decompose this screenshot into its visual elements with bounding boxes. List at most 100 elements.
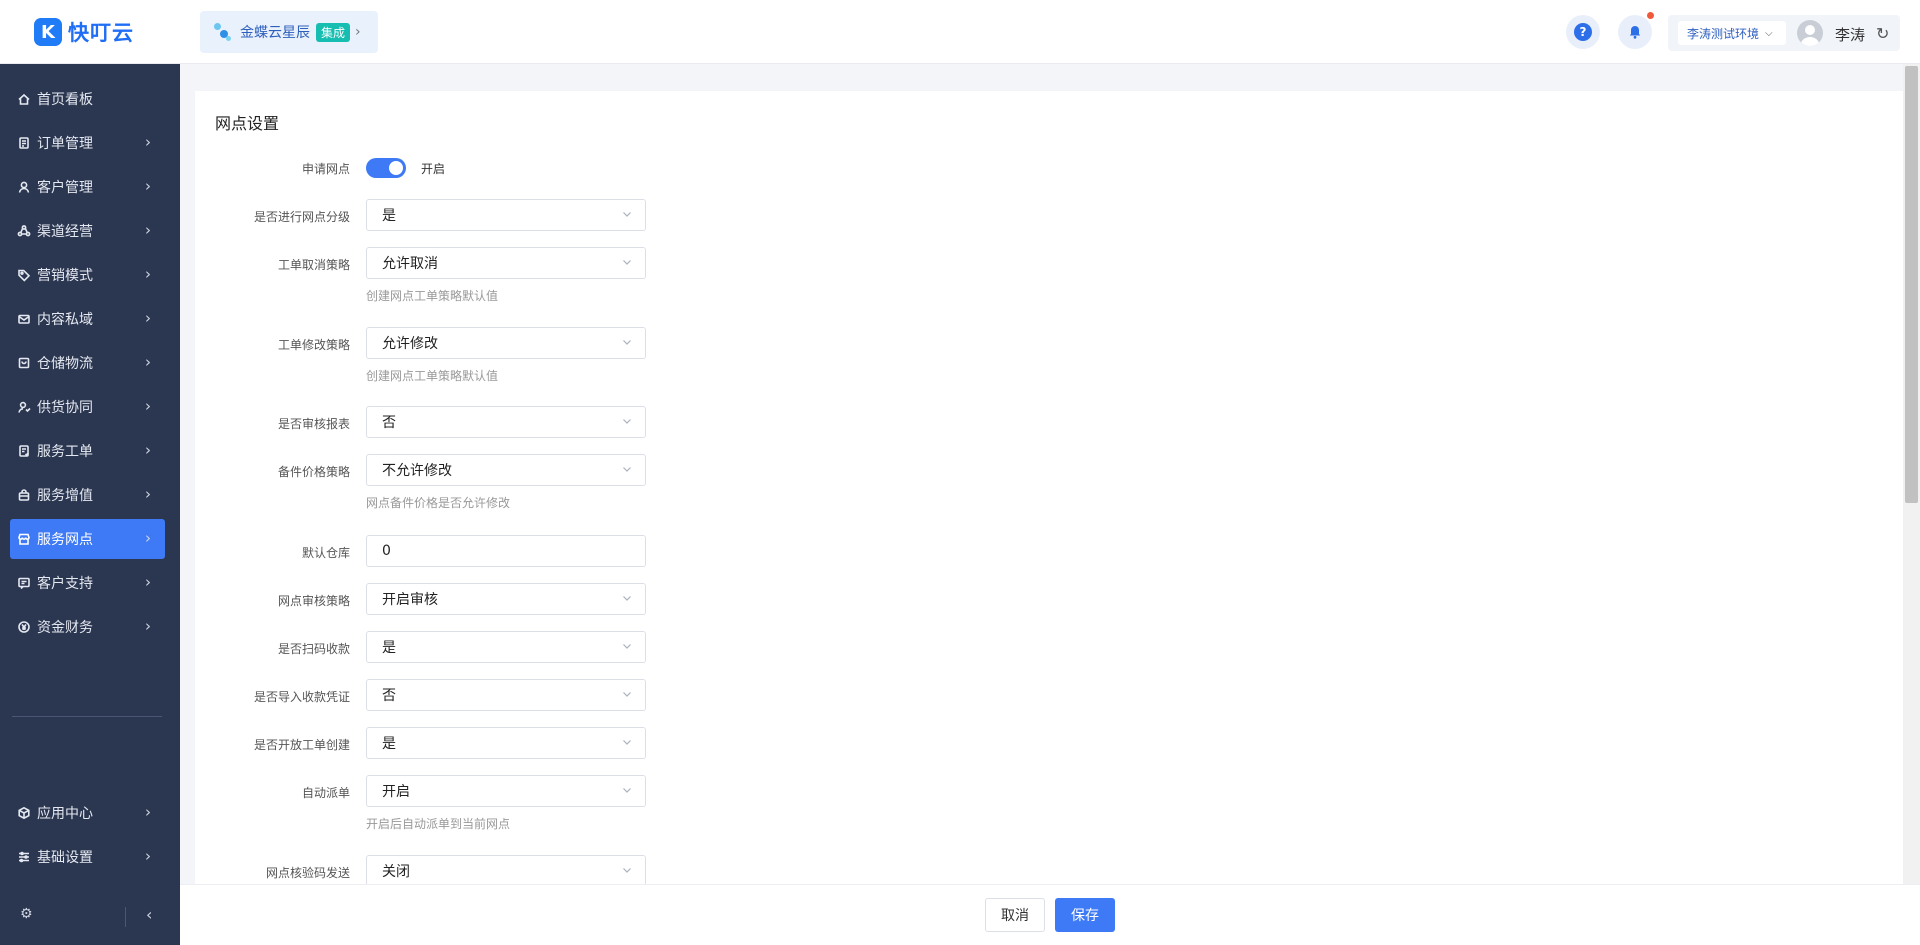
form-label-apply: 申请网点 [301,162,350,176]
select-value: 否 [382,415,396,431]
user-avatar-icon [1800,25,1820,46]
avatar[interactable] [1797,20,1823,46]
top-header: K 快叮云 金蝶云星辰 集成 › ? 李涛测试环境 ⌵ 李涛 ↻ [0,0,1920,64]
sidebar-item-label: 渠道经营 [37,224,93,240]
chevron-right-icon: › [145,803,151,821]
select-value: 是 [382,736,396,752]
chevron-right-icon: › [145,353,151,371]
field-hint: 开启后自动派单到当前网点 [366,817,511,831]
chevron-right-icon: › [145,617,151,635]
integration-name: 金蝶云星辰 [240,25,310,41]
logo[interactable]: K 快叮云 [34,17,134,47]
form-label: 是否开放工单创建 [253,738,350,752]
select-value: 0 [382,543,391,559]
form-label: 工单修改策略 [277,338,350,352]
collapse-sidebar-icon[interactable]: ‹ [146,905,152,924]
setting-select[interactable]: 允许取消 [366,247,646,279]
scrollbar-thumb[interactable] [1905,66,1918,503]
box-icon [17,356,31,370]
chevron-right-icon: › [145,397,151,415]
notification-dot [1647,12,1654,19]
form-label: 网点核验码发送 [265,866,350,880]
sidebar-item-box[interactable]: 仓储物流 › [10,343,165,383]
refresh-icon[interactable]: ↻ [1876,24,1889,43]
sidebar-item-ticket[interactable]: 服务工单 › [10,431,165,471]
ticket-icon [17,444,31,458]
support-icon [17,576,31,590]
home-icon [17,92,31,106]
apply-toggle[interactable] [366,158,406,178]
sidebar-item-sliders[interactable]: 基础设置 › [10,837,165,877]
user-name: 李涛 [1835,26,1866,44]
help-button[interactable]: ? [1566,15,1600,49]
logo-text: 快叮云 [68,21,134,45]
chevron-down-icon [623,467,631,472]
select-value: 是 [382,640,396,656]
select-value: 允许取消 [382,256,438,272]
select-value: 允许修改 [382,336,438,352]
setting-select[interactable]: 否 [366,679,646,711]
chevron-right-icon: › [145,573,151,591]
sidebar-item-mail[interactable]: 内容私域 › [10,299,165,339]
setting-select[interactable]: 不允许修改 [366,454,646,486]
select-value: 是 [382,208,396,224]
sidebar-item-label: 订单管理 [37,136,93,152]
chevron-right-icon: › [145,309,151,327]
sidebar-item-cube[interactable]: 应用中心 › [10,793,165,833]
sidebar-item-label: 仓储物流 [37,356,93,372]
sidebar-item-store[interactable]: 服务网点 › [10,519,165,559]
environment-select[interactable]: 李涛测试环境 ⌵ [1678,21,1786,45]
sidebar-item-label: 服务增值 [37,488,93,504]
sidebar-item-home[interactable]: 首页看板 [10,79,165,119]
settings-icon[interactable]: ⚙ [20,906,34,922]
setting-select[interactable]: 开启审核 [366,583,646,615]
setting-select[interactable]: 是 [366,631,646,663]
sidebar-item-label: 应用中心 [37,806,93,822]
sidebar-item-label: 客户支持 [37,576,93,592]
sidebar-item-label: 供货协同 [37,400,93,416]
user-box: 李涛测试环境 ⌵ 李涛 ↻ [1668,15,1900,51]
select-value: 关闭 [382,864,410,880]
save-button[interactable]: 保存 [1055,898,1115,932]
select-value: 不允许修改 [382,463,452,479]
sidebar-item-support[interactable]: 客户支持 › [10,563,165,603]
sidebar-item-label: 内容私域 [37,312,93,328]
sidebar-item-label: 首页看板 [37,92,93,108]
cancel-button[interactable]: 取消 [985,898,1045,932]
sidebar-item-bag[interactable]: 服务增值 › [10,475,165,515]
setting-select[interactable]: 是 [366,199,646,231]
form-label: 是否扫码收款 [277,642,350,656]
sidebar-item-channel[interactable]: 渠道经营 › [10,211,165,251]
field-hint: 网点备件价格是否允许修改 [366,496,511,510]
footer-bar [180,884,1920,945]
notification-button[interactable] [1618,12,1654,49]
field-hint: 创建网点工单策略默认值 [366,369,499,383]
apply-toggle-text: 开启 [421,162,446,176]
sidebar-item-supply[interactable]: 供货协同 › [10,387,165,427]
sidebar-item-user[interactable]: 客户管理 › [10,167,165,207]
integration-switcher[interactable]: 金蝶云星辰 集成 › [200,11,378,53]
chevron-right-icon: › [145,847,151,865]
integration-dots-icon [214,21,232,43]
setting-select[interactable]: 关闭 [366,855,646,887]
setting-select[interactable]: 开启 [366,775,646,807]
select-value: 开启 [382,784,410,800]
field-hint: 创建网点工单策略默认值 [366,289,499,303]
question-icon: ? [1574,23,1592,41]
setting-select[interactable]: 否 [366,406,646,438]
store-icon [17,532,31,546]
integration-badge: 集成 [316,22,351,42]
setting-select[interactable]: 允许修改 [366,327,646,359]
sidebar-item-order[interactable]: 订单管理 › [10,123,165,163]
form-label: 是否进行网点分级 [253,210,350,224]
collapse-divider [125,907,126,927]
sidebar-item-tag[interactable]: 营销模式 › [10,255,165,295]
form-label: 是否审核报表 [277,417,350,431]
default-warehouse-input[interactable]: 0 [366,535,646,567]
environment-label: 李涛测试环境 [1687,26,1760,41]
sidebar-item-label: 服务工单 [37,444,93,460]
chevron-down-icon [623,740,631,745]
tag-icon [17,268,31,282]
setting-select[interactable]: 是 [366,727,646,759]
sidebar-item-yen[interactable]: 资金财务 › [10,607,165,647]
